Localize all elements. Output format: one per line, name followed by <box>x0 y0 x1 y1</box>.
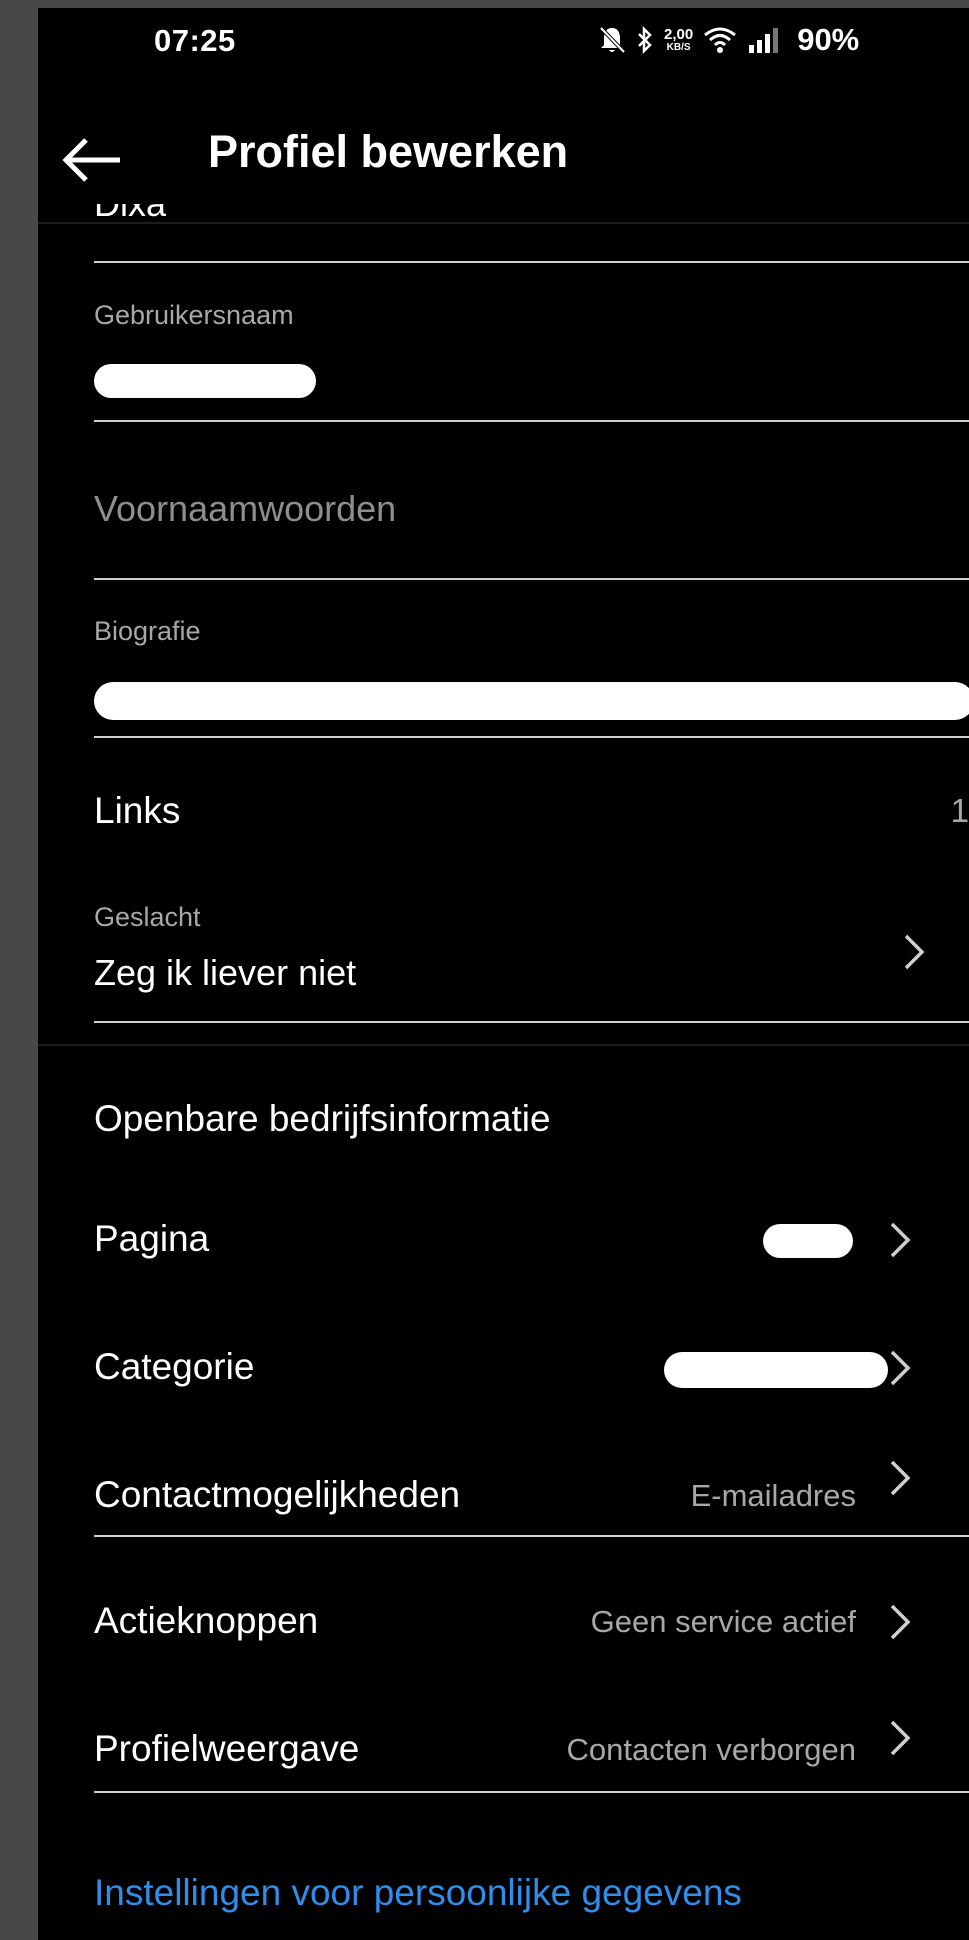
business-row-page[interactable]: Pagina <box>38 1198 969 1278</box>
status-time: 07:25 <box>154 23 236 58</box>
battery-level: 90% <box>797 22 860 57</box>
chevron-right-icon <box>904 934 925 970</box>
status-icons: 2,00 KB/S 90% <box>598 22 859 58</box>
network-speed-unit: KB/S <box>666 42 691 53</box>
links-count: 1 <box>950 792 969 829</box>
network-speed: 2,00 KB/S <box>664 27 693 53</box>
business-section-title: Openbare bedrijfsinformatie <box>94 1098 551 1139</box>
bio-underline <box>94 736 969 738</box>
username-field[interactable] <box>94 358 316 406</box>
contact-label: Contactmogelijkheden <box>94 1474 461 1515</box>
name-value: Dixa <box>94 204 166 222</box>
bio-redacted <box>94 682 969 720</box>
actions-label: Actieknoppen <box>94 1600 319 1641</box>
page-title: Profiel bewerken <box>208 126 569 177</box>
pronouns-input[interactable]: Voornaamwoorden <box>94 488 396 530</box>
contact-value: E-mailadres <box>690 1478 856 1513</box>
chevron-right-icon <box>890 1460 911 1496</box>
category-label: Categorie <box>94 1346 255 1387</box>
chevron-right-icon <box>890 1350 911 1386</box>
actions-value: Geen service actief <box>590 1604 856 1639</box>
links-label: Links <box>94 790 181 831</box>
bell-muted-icon <box>598 25 626 55</box>
back-button[interactable] <box>60 128 124 192</box>
gender-row[interactable]: Geslacht Zeg ik liever niet <box>38 898 969 1018</box>
gender-underline <box>94 1021 969 1023</box>
name-underline <box>94 261 969 263</box>
chevron-right-icon <box>890 1604 911 1640</box>
name-field[interactable]: Dixa <box>94 204 166 222</box>
links-row[interactable]: Links 1 <box>38 778 969 848</box>
chevron-right-icon <box>890 1720 911 1756</box>
bio-field[interactable] <box>94 668 969 734</box>
gender-value: Zeg ik liever niet <box>94 952 357 993</box>
page-label: Pagina <box>94 1218 210 1259</box>
gender-label: Geslacht <box>94 902 201 932</box>
profile-display-value: Contacten verborgen <box>566 1732 856 1767</box>
username-label: Gebruikersnaam <box>94 300 294 330</box>
signal-icon <box>747 25 781 55</box>
network-speed-value: 2,00 <box>664 26 694 43</box>
pronouns-underline <box>94 578 969 580</box>
wifi-icon <box>703 25 737 55</box>
page-value-redacted <box>763 1224 853 1258</box>
contact-underline <box>94 1535 969 1537</box>
business-row-contact[interactable]: Contactmogelijkheden E-mailadres <box>38 1448 969 1538</box>
chevron-right-icon <box>890 1222 911 1258</box>
arrow-left-icon <box>62 138 120 182</box>
username-redacted <box>94 364 316 398</box>
category-value-redacted <box>664 1352 888 1388</box>
personal-info-settings-link[interactable]: Instellingen voor persoonlijke gegevens <box>94 1872 742 1914</box>
edit-profile-screen: 07:25 2,00 KB/S 90% Profiel bewerken Geb… <box>38 8 969 1940</box>
profile-display-underline <box>94 1791 969 1793</box>
header-divider <box>38 222 969 224</box>
profile-display-label: Profielweergave <box>94 1728 360 1769</box>
section-divider <box>38 1044 969 1046</box>
business-row-category[interactable]: Categorie <box>38 1326 969 1406</box>
business-row-actions[interactable]: Actieknoppen Geen service actief <box>38 1578 969 1658</box>
bio-label: Biografie <box>94 616 201 646</box>
bluetooth-icon <box>636 25 654 55</box>
username-underline <box>94 420 969 422</box>
business-row-profile-display[interactable]: Profielweergave Contacten verborgen <box>38 1698 969 1788</box>
